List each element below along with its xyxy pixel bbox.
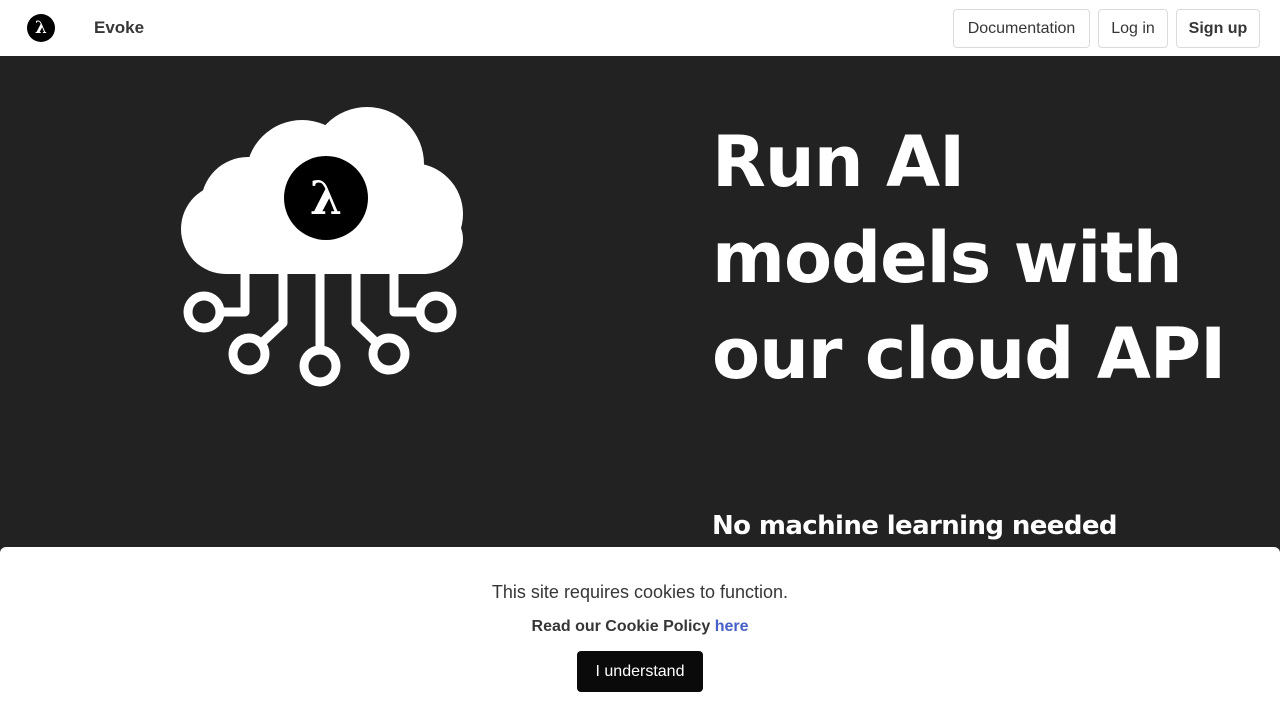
hero-subtitle: No machine learning needed — [712, 511, 1117, 541]
signup-button[interactable]: Sign up — [1176, 9, 1260, 48]
cookie-policy-link[interactable]: here — [715, 618, 749, 635]
hero-title: Run AI models with our cloud API — [712, 121, 1226, 395]
brand-name-link[interactable]: Evoke — [94, 18, 144, 38]
login-button[interactable]: Log in — [1098, 9, 1168, 48]
cookie-message: This site requires cookies to function. — [491, 582, 789, 602]
cookie-policy-line: Read our Cookie Policy here — [0, 618, 1280, 636]
badge-glyph: λ — [310, 171, 342, 225]
cookie-banner: This site requires cookies to function. … — [0, 547, 1280, 720]
accept-cookies-button[interactable]: I understand — [577, 651, 703, 692]
lambda-logo-icon[interactable]: λ — [27, 14, 55, 42]
logo-glyph: λ — [35, 17, 47, 38]
cookie-policy-text: Read our Cookie Policy — [531, 618, 711, 635]
cloud-circuit-lambda-icon: λ — [181, 107, 463, 387]
top-navbar: λ Evoke Documentation Log in Sign up — [0, 0, 1280, 56]
documentation-button[interactable]: Documentation — [953, 9, 1090, 48]
